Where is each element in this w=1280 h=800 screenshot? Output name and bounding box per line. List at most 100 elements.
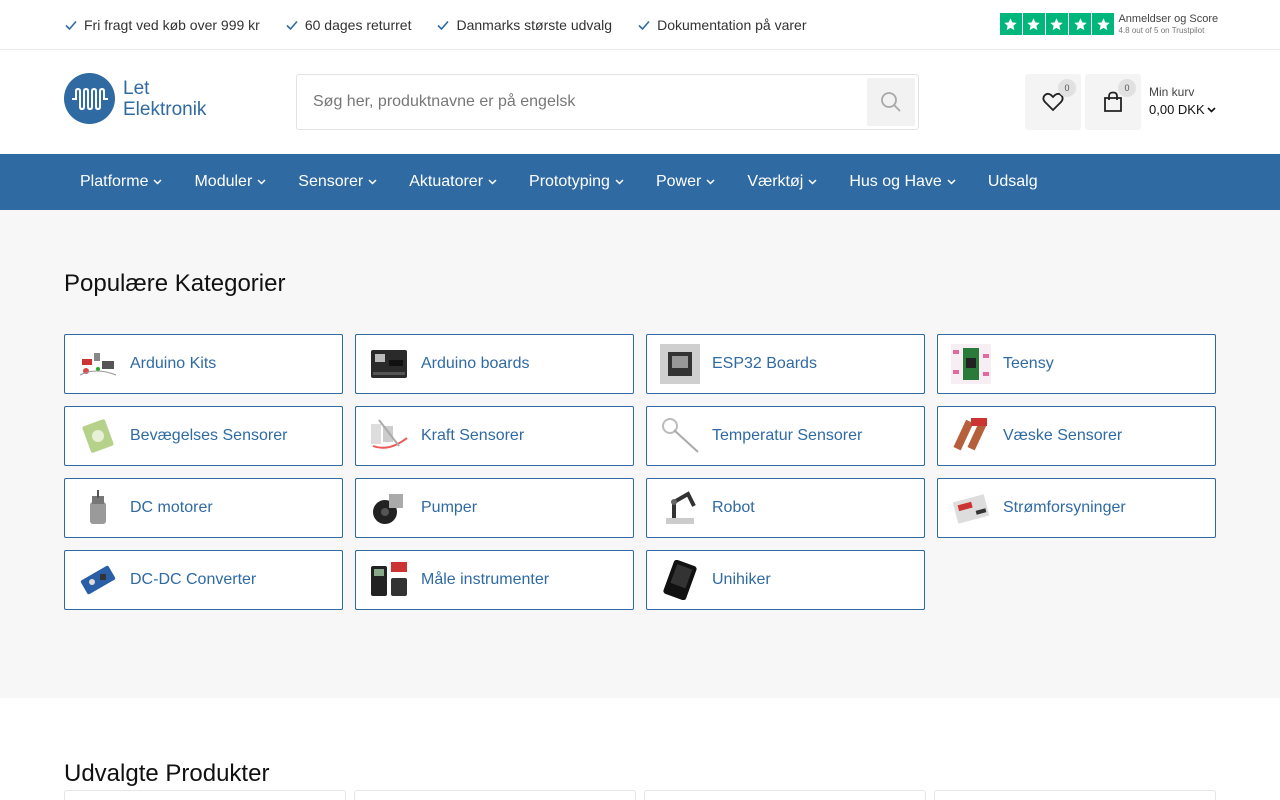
force-sensor-icon xyxy=(368,415,410,457)
usp-label: Dokumentation på varer xyxy=(657,16,807,33)
product-grid xyxy=(64,790,1216,800)
chevron-down-icon xyxy=(488,179,497,185)
nav-item-label: Platforme xyxy=(80,173,149,190)
temperature-sensor-icon xyxy=(659,415,701,457)
trustpilot-widget[interactable]: Anmeldser og Score 4.8 out of 5 on Trust… xyxy=(1000,12,1218,36)
teensy-icon-graphic xyxy=(951,344,991,384)
search-input[interactable] xyxy=(297,75,862,129)
category-card[interactable]: Arduino Kits xyxy=(64,334,343,394)
main-navigation: Platforme Moduler Sensorer Aktuatorer Protot… xyxy=(0,154,1280,210)
chevron-down-icon xyxy=(947,179,956,185)
category-card[interactable]: Unihiker xyxy=(646,550,925,610)
category-card[interactable]: Pumper xyxy=(355,478,634,538)
nav-item-aktuatorer[interactable]: Aktuatorer xyxy=(393,154,513,210)
nav-item-prototyping[interactable]: Prototyping xyxy=(513,154,640,210)
product-card[interactable] xyxy=(64,790,346,800)
trustpilot-title: Anmeldser og Score xyxy=(1118,12,1219,25)
cart-button[interactable]: 0 xyxy=(1085,74,1141,130)
esp32-board-icon-graphic xyxy=(660,344,700,384)
category-card[interactable]: ESP32 Boards xyxy=(646,334,925,394)
nav-item-platforme[interactable]: Platforme xyxy=(64,154,178,210)
category-label: Temperatur Sensorer xyxy=(712,427,863,444)
category-card[interactable]: Temperatur Sensorer xyxy=(646,406,925,466)
arduino-board-icon xyxy=(368,343,410,385)
category-card[interactable]: DC-DC Converter xyxy=(64,550,343,610)
usp-list: Fri fragt ved køb over 999 kr 60 dages r… xyxy=(64,0,832,49)
robot-arm-icon xyxy=(659,487,701,529)
category-card[interactable]: Kraft Sensorer xyxy=(355,406,634,466)
logo-wordmark: Let Elektronik xyxy=(123,78,206,120)
pump-icon xyxy=(368,487,410,529)
section-title: Populære Kategorier xyxy=(64,270,286,297)
category-card[interactable]: Teensy xyxy=(937,334,1216,394)
category-label: DC-DC Converter xyxy=(130,571,257,588)
top-info-bar: Fri fragt ved køb over 999 kr 60 dages r… xyxy=(0,0,1280,50)
power-supply-icon xyxy=(950,487,992,529)
wishlist-button[interactable]: 0 xyxy=(1025,74,1081,130)
wishlist-count-badge: 0 xyxy=(1058,79,1076,97)
nav-item-label: Hus og Have xyxy=(849,173,942,190)
nav-item-moduler[interactable]: Moduler xyxy=(178,154,282,210)
cart-total-value: 0,00 DKK xyxy=(1149,102,1205,117)
chevron-down-icon xyxy=(706,179,715,185)
nav-item-label: Sensorer xyxy=(298,173,364,190)
logo-line1: Let xyxy=(123,77,150,99)
dc-motor-icon xyxy=(77,487,119,529)
usp-item: Danmarks største udvalg xyxy=(436,17,612,33)
category-card[interactable]: Bevægelses Sensorer xyxy=(64,406,343,466)
site-header: Let Elektronik 0 0 Min kurv 0,00 DKK xyxy=(0,50,1280,154)
product-card[interactable] xyxy=(644,790,926,800)
site-logo[interactable]: Let Elektronik xyxy=(64,73,206,124)
star-icon xyxy=(1023,13,1045,35)
cart-label: Min kurv xyxy=(1149,85,1195,99)
mini-cart[interactable]: Min kurv 0,00 DKK xyxy=(1149,86,1216,116)
category-card[interactable]: Strømforsyninger xyxy=(937,478,1216,538)
nav-item-label: Udsalg xyxy=(987,173,1038,190)
usp-item: Dokumentation på varer xyxy=(637,16,807,33)
category-label: Arduino boards xyxy=(421,355,530,372)
category-card[interactable]: DC motorer xyxy=(64,478,343,538)
product-card[interactable] xyxy=(934,790,1216,800)
nav-item-power[interactable]: Power xyxy=(640,154,731,210)
category-label: Bevægelses Sensorer xyxy=(130,427,288,444)
category-card[interactable]: Arduino boards xyxy=(355,334,634,394)
motion-sensor-icon-graphic xyxy=(82,419,114,453)
multimeter-icon-graphic xyxy=(371,562,407,596)
chevron-down-icon xyxy=(257,179,266,185)
unihiker-icon-graphic xyxy=(663,560,697,600)
nav-item-label: Power xyxy=(655,173,702,190)
dc-dc-converter-icon xyxy=(77,559,119,601)
category-card[interactable]: Robot xyxy=(646,478,925,538)
category-label: Arduino Kits xyxy=(130,355,217,372)
pump-icon-graphic xyxy=(373,494,403,524)
logo-line2: Elektronik xyxy=(123,98,207,120)
nav-item-label: Værktøj xyxy=(747,173,804,190)
nav-item-værktøj[interactable]: Værktøj xyxy=(731,154,833,210)
unihiker-icon xyxy=(659,559,701,601)
usp-label: Fri fragt ved køb over 999 kr xyxy=(84,16,260,33)
robot-arm-icon-graphic xyxy=(666,491,696,524)
category-label: Strømforsyninger xyxy=(1003,499,1126,516)
product-card[interactable] xyxy=(354,790,636,800)
liquid-sensor-icon xyxy=(950,415,992,457)
arduino-board-icon-graphic xyxy=(371,350,407,378)
nav-item-sensorer[interactable]: Sensorer xyxy=(282,154,393,210)
nav-item-hus-og-have[interactable]: Hus og Have xyxy=(833,154,972,210)
category-card[interactable]: Måle instrumenter xyxy=(355,550,634,610)
nav-item-udsalg[interactable]: Udsalg xyxy=(972,154,1054,210)
force-sensor-icon-graphic xyxy=(371,419,408,449)
nav-menu: Platforme Moduler Sensorer Aktuatorer Protot… xyxy=(64,154,1054,210)
arduino-kit-icon xyxy=(77,343,119,385)
category-label: Måle instrumenter xyxy=(421,571,550,588)
usp-item: 60 dages returret xyxy=(285,17,411,33)
logo-wave-icon xyxy=(64,73,115,124)
chevron-down-icon xyxy=(615,179,624,185)
nav-item-label: Prototyping xyxy=(529,173,610,190)
esp32-board-icon xyxy=(659,343,701,385)
category-card[interactable]: Væske Sensorer xyxy=(937,406,1216,466)
chevron-down-icon xyxy=(1207,106,1216,113)
category-label: Væske Sensorer xyxy=(1003,427,1123,444)
category-label: Pumper xyxy=(421,499,478,516)
temperature-sensor-icon-graphic xyxy=(662,418,699,453)
search-button[interactable] xyxy=(867,78,915,126)
